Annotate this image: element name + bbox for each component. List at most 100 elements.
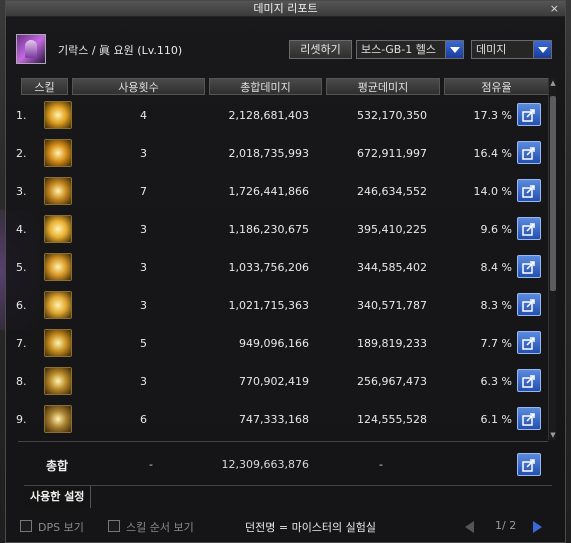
chevron-down-icon[interactable] (445, 41, 463, 58)
character-avatar (16, 34, 46, 64)
table-row: 2. 3 2,018,735,993 672,911,997 16.4 % (16, 136, 546, 171)
window-title: 데미지 리포트 (253, 2, 318, 15)
row-rank: 6. (16, 299, 27, 312)
next-page-icon[interactable] (533, 521, 542, 533)
dungeon-select[interactable]: 보스-GB-1 헬스 (356, 40, 464, 59)
export-row-button[interactable] (517, 331, 541, 354)
row-share: 16.4 % (473, 147, 512, 160)
skill-icon-burst (44, 101, 72, 129)
tab-used-settings[interactable]: 사용한 설정 (24, 486, 92, 508)
row-share: 7.7 % (480, 337, 512, 350)
dungeon-name: 던전명 = 마이스터의 실험실 (245, 521, 377, 534)
close-icon[interactable]: × (550, 1, 559, 17)
row-total: 1,021,715,363 (228, 299, 309, 312)
row-rank: 8. (16, 375, 27, 388)
export-icon (522, 337, 535, 350)
column-uses[interactable]: 사용횟수 (72, 78, 205, 95)
skill-icon-arc (44, 253, 72, 281)
export-icon (522, 109, 535, 122)
skill-icon-rush (44, 291, 72, 319)
export-row-button[interactable] (517, 179, 541, 202)
scroll-thumb[interactable] (550, 96, 556, 291)
row-rank: 1. (16, 109, 27, 122)
report-footer: DPS 보기 스킬 순서 보기 던전명 = 마이스터의 실험실 1/ 2 (5, 512, 566, 540)
row-share: 8.3 % (480, 299, 512, 312)
row-uses: 7 (140, 185, 147, 198)
scroll-down-icon[interactable]: ▼ (549, 431, 557, 439)
total-sum: 12,309,663,876 (221, 458, 309, 471)
dps-view-checkbox[interactable] (20, 520, 32, 532)
metric-select[interactable]: 데미지 (471, 40, 552, 59)
column-total[interactable]: 총합데미지 (209, 78, 322, 95)
table-row: 7. 5 949,096,166 189,819,233 7.7 % (16, 326, 546, 361)
table-row: 6. 3 1,021,715,363 340,571,787 8.3 % (16, 288, 546, 323)
export-row-button[interactable] (517, 369, 541, 392)
export-row-button[interactable] (517, 407, 541, 430)
export-row-button[interactable] (517, 217, 541, 240)
skill-order-label: 스킬 순서 보기 (126, 521, 194, 534)
row-uses: 4 (140, 109, 147, 122)
page-indicator: 1/ 2 (495, 519, 517, 532)
window-titlebar[interactable]: 데미지 리포트 × (6, 1, 565, 17)
table-row: 5. 3 1,033,756,206 344,585,402 8.4 % (16, 250, 546, 285)
export-icon (522, 459, 535, 472)
row-uses: 3 (140, 375, 147, 388)
export-icon (522, 413, 535, 426)
export-icon (522, 261, 535, 274)
row-total: 2,018,735,993 (228, 147, 309, 160)
row-rank: 3. (16, 185, 27, 198)
skill-icon-spin (44, 139, 72, 167)
chevron-down-icon[interactable] (533, 41, 551, 58)
row-rank: 4. (16, 223, 27, 236)
reset-button[interactable]: 리셋하기 (289, 40, 352, 59)
row-uses: 3 (140, 299, 147, 312)
export-row-button[interactable] (517, 141, 541, 164)
row-uses: 3 (140, 261, 147, 274)
settings-tabbar: 사용한 설정 (24, 485, 552, 508)
row-avg: 532,170,350 (357, 109, 427, 122)
column-skill[interactable]: 스킬 (21, 78, 68, 95)
row-total: 949,096,166 (239, 337, 309, 350)
export-row-button[interactable] (517, 255, 541, 278)
divider (18, 441, 548, 442)
row-total: 2,128,681,403 (228, 109, 309, 122)
table-row: 4. 3 1,186,230,675 395,410,225 9.6 % (16, 212, 546, 247)
row-avg: 124,555,528 (357, 413, 427, 426)
table-header: 스킬 사용횟수 총합데미지 평균데미지 점유율 (21, 78, 549, 95)
skill-icon-target (44, 329, 72, 357)
row-total: 770,902,419 (239, 375, 309, 388)
row-total: 1,186,230,675 (228, 223, 309, 236)
skill-order-checkbox[interactable] (108, 520, 120, 532)
export-row-button[interactable] (517, 293, 541, 316)
export-icon (522, 185, 535, 198)
row-avg: 344,585,402 (357, 261, 427, 274)
row-uses: 6 (140, 413, 147, 426)
character-name: 기락스 / 眞 요원 (Lv.110) (58, 44, 183, 57)
skill-icon-blades (44, 177, 72, 205)
row-total: 1,726,441,866 (228, 185, 309, 198)
row-uses: 3 (140, 223, 147, 236)
dps-view-label: DPS 보기 (38, 521, 84, 534)
export-icon (522, 223, 535, 236)
dungeon-select-value: 보스-GB-1 헬스 (361, 43, 436, 56)
skill-icon-slash (44, 215, 72, 243)
metric-select-value: 데미지 (476, 43, 507, 56)
row-share: 17.3 % (473, 109, 512, 122)
row-rank: 9. (16, 413, 27, 426)
column-avg[interactable]: 평균데미지 (326, 78, 440, 95)
export-total-button[interactable] (517, 453, 541, 476)
export-row-button[interactable] (517, 103, 541, 126)
row-avg: 256,967,473 (357, 375, 427, 388)
table-scrollbar[interactable]: ▲ ▼ (548, 78, 556, 440)
table-row: 8. 3 770,902,419 256,967,473 6.3 % (16, 364, 546, 399)
row-rank: 7. (16, 337, 27, 350)
column-share[interactable]: 점유율 (444, 78, 549, 95)
row-total: 1,033,756,206 (228, 261, 309, 274)
scroll-up-icon[interactable]: ▲ (549, 79, 557, 87)
table-row: 1. 4 2,128,681,403 532,170,350 17.3 % (16, 98, 546, 133)
damage-report-window: 데미지 리포트 × 기락스 / 眞 요원 (Lv.110) 리셋하기 보스-GB… (5, 0, 566, 543)
table-row: 9. 6 747,333,168 124,555,528 6.1 % (16, 402, 546, 437)
total-row: 총합 - 12,309,663,876 - (16, 449, 546, 479)
row-share: 6.1 % (480, 413, 512, 426)
prev-page-icon[interactable] (465, 521, 474, 533)
